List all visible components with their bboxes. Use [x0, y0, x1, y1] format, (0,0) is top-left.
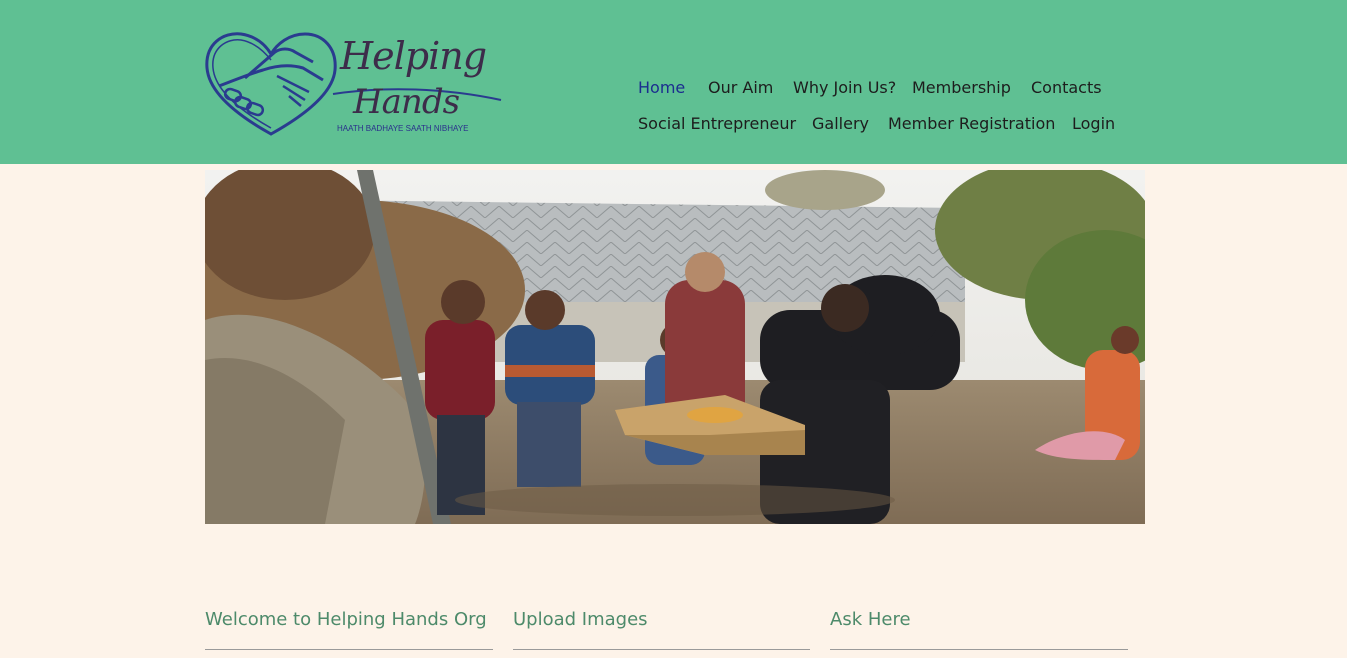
- section-title-ask-here[interactable]: Ask Here: [830, 609, 911, 630]
- hero-photo: [205, 170, 1145, 524]
- section-title-upload-images[interactable]: Upload Images: [513, 609, 648, 630]
- nav-login[interactable]: Login: [1072, 114, 1115, 133]
- nav-membership[interactable]: Membership: [912, 78, 1011, 97]
- nav-contacts[interactable]: Contacts: [1031, 78, 1102, 97]
- logo-tagline: HAATH BADHAYE SAATH NIBHAYE: [337, 124, 469, 133]
- nav-social-entrepreneur[interactable]: Social Entrepreneur: [638, 114, 796, 133]
- section-divider-welcome: [205, 649, 493, 650]
- section-divider-ask: [830, 649, 1128, 650]
- site-header: Helping Hands HAATH BADHAYE SAATH NIBHAY…: [0, 0, 1347, 164]
- nav-member-registration[interactable]: Member Registration: [888, 114, 1055, 133]
- hero-image: [205, 170, 1145, 524]
- logo-title-line1: Helping: [340, 34, 487, 78]
- section-divider-upload: [513, 649, 810, 650]
- logo-title-line2: Hands: [353, 82, 460, 122]
- nav-our-aim[interactable]: Our Aim: [708, 78, 773, 97]
- nav-home[interactable]: Home: [638, 78, 685, 97]
- site-logo[interactable]: Helping Hands HAATH BADHAYE SAATH NIBHAY…: [205, 30, 505, 138]
- nav-why-join-us[interactable]: Why Join Us?: [793, 78, 896, 97]
- nav-gallery[interactable]: Gallery: [812, 114, 869, 133]
- section-title-welcome: Welcome to Helping Hands Org: [205, 609, 487, 630]
